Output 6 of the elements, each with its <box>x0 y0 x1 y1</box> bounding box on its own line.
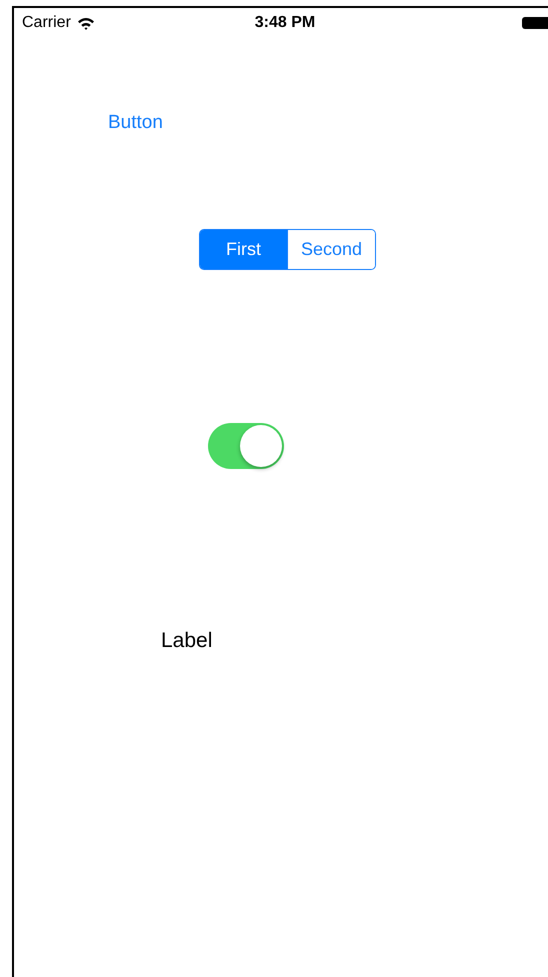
text-button[interactable]: Button <box>108 111 163 135</box>
label-text: Label <box>161 629 212 652</box>
carrier-name: Carrier <box>22 14 71 32</box>
status-time: 3:48 PM <box>254 14 316 32</box>
segment-tab[interactable]: First <box>200 230 287 269</box>
segment-tab[interactable]: Second <box>287 230 375 269</box>
